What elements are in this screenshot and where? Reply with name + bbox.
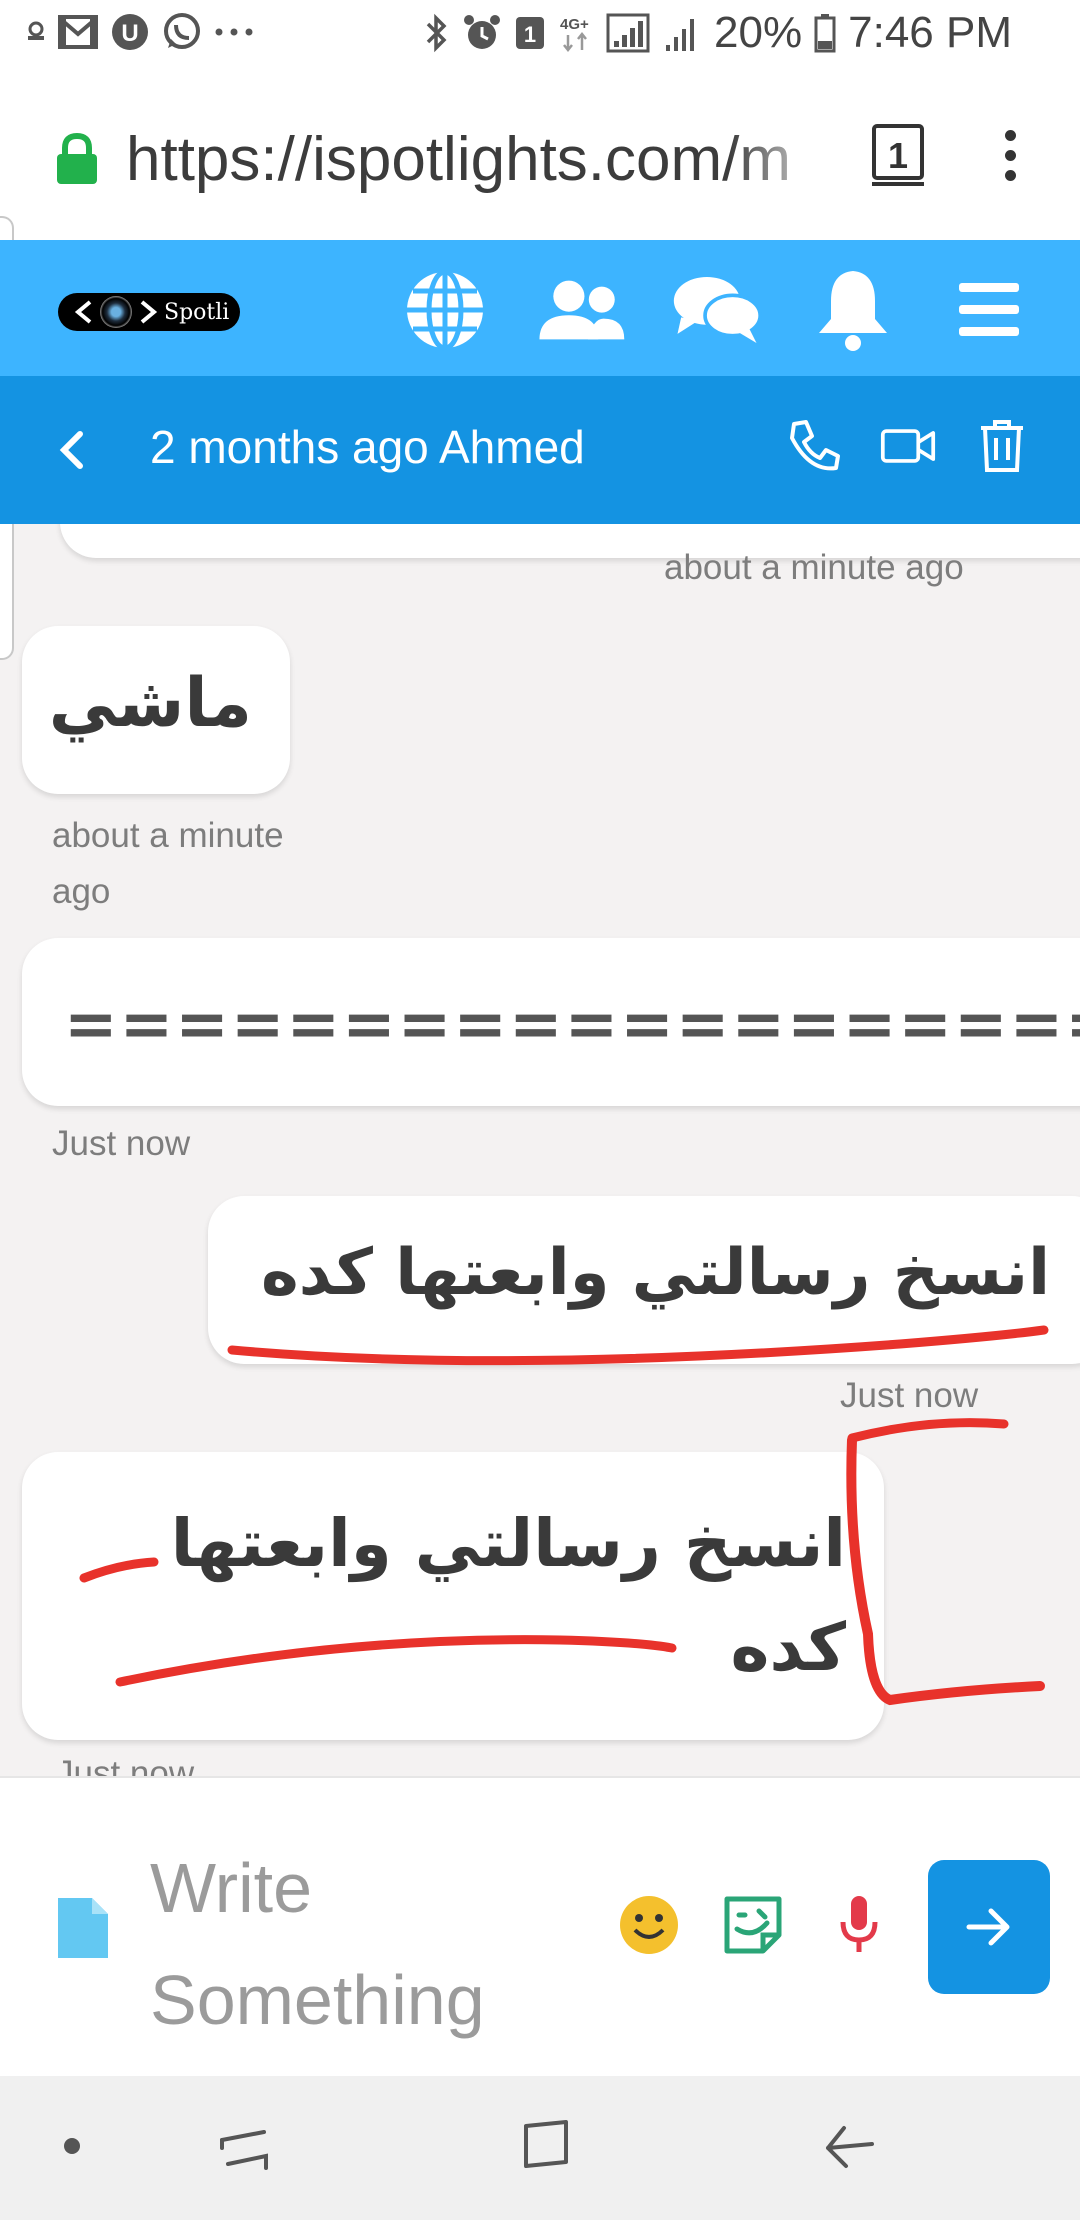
send-button[interactable] — [928, 1860, 1050, 1994]
attach-file-icon[interactable] — [56, 1896, 110, 1965]
emoji-icon[interactable] — [616, 1892, 682, 1958]
messages-icon[interactable] — [672, 270, 762, 350]
url-text[interactable]: https://ispotlights.com/m — [126, 124, 836, 195]
sim-badge: 1 — [514, 15, 546, 51]
notifications-bell-icon[interactable] — [808, 270, 898, 351]
message-text: ========================= — [64, 988, 1080, 1062]
nav-dot-icon[interactable] — [62, 2136, 82, 2156]
chat-header: 2 months ago Ahmed — [0, 376, 1080, 524]
tab-switcher-button[interactable]: 1 — [872, 124, 924, 186]
lock-icon — [54, 132, 100, 191]
globe-icon[interactable] — [400, 269, 490, 351]
video-call-icon[interactable] — [880, 416, 936, 476]
notification-icon — [26, 21, 46, 43]
message-timestamp: Just now — [56, 1754, 195, 1776]
message-timestamp: Just now — [52, 1124, 191, 1163]
gmail-icon — [58, 14, 98, 50]
message-text: انسخ رسالتي وابعتها كده — [260, 1236, 1050, 1310]
message-timestamp: Just now — [840, 1376, 979, 1415]
message-timestamp: about a minute ago — [52, 816, 284, 911]
alarm-icon — [462, 13, 502, 53]
logo-text: Spotli — [164, 299, 230, 325]
battery-percent: 20% — [714, 8, 803, 57]
back-button-icon[interactable] — [822, 2118, 876, 2174]
browser-menu-icon[interactable] — [1005, 130, 1019, 190]
message-text: انسخ رسالتي وابعتها كده — [170, 1505, 846, 1686]
signal-icon-sim1 — [606, 13, 650, 53]
logo-left-chevron-icon — [74, 300, 92, 324]
message-timestamp: about a minute ago — [664, 548, 964, 587]
site-top-nav: Spotli — [0, 240, 1080, 376]
message-bubble-incoming[interactable]: انسخ رسالتي وابعتها كده — [22, 1452, 884, 1740]
site-logo[interactable]: Spotli — [58, 293, 240, 331]
friends-icon[interactable] — [536, 270, 626, 350]
whatsapp-icon — [162, 12, 202, 52]
microphone-icon[interactable] — [826, 1892, 892, 1958]
phone-call-icon[interactable] — [786, 416, 842, 476]
back-arrow-icon[interactable] — [52, 420, 92, 485]
sticker-icon[interactable] — [720, 1892, 786, 1958]
u-app-icon: U — [110, 12, 150, 52]
recent-apps-icon[interactable] — [218, 2118, 270, 2174]
send-arrow-icon — [966, 1908, 1010, 1946]
camera-lens-icon — [100, 296, 132, 328]
clock: 7:46 PM — [848, 8, 1012, 57]
delete-icon[interactable] — [974, 416, 1030, 476]
status-bar: U 1 4G+ 20% 7:46 PM — [0, 0, 1080, 72]
message-composer: Write Something — [0, 1776, 1080, 2078]
message-list[interactable]: about a minute ago ماشي about a minute a… — [0, 524, 1080, 1776]
chat-title: 2 months ago Ahmed — [150, 421, 585, 473]
message-input[interactable]: Write Something — [150, 1832, 580, 2039]
battery-icon — [814, 13, 836, 53]
message-bubble-incoming[interactable]: ========================= — [22, 938, 1080, 1106]
browser-url-bar[interactable]: https://ispotlights.com/m 1 — [0, 72, 1080, 240]
svg-text:U: U — [121, 20, 138, 47]
svg-text:4G+: 4G+ — [560, 16, 589, 33]
home-button-icon[interactable] — [518, 2118, 572, 2174]
message-text: ماشي — [48, 664, 252, 743]
network-type-icon: 4G+ — [558, 13, 594, 53]
bluetooth-icon — [424, 13, 450, 53]
system-nav-bar — [0, 2076, 1080, 2220]
menu-icon[interactable] — [944, 270, 1034, 350]
message-bubble-incoming[interactable]: ماشي — [22, 626, 290, 794]
svg-text:1: 1 — [524, 22, 536, 47]
logo-right-chevron-icon — [140, 300, 158, 324]
signal-icon-sim2 — [662, 13, 702, 53]
message-bubble-outgoing[interactable]: انسخ رسالتي وابعتها كده — [208, 1196, 1080, 1364]
more-notifications-icon — [214, 27, 254, 37]
